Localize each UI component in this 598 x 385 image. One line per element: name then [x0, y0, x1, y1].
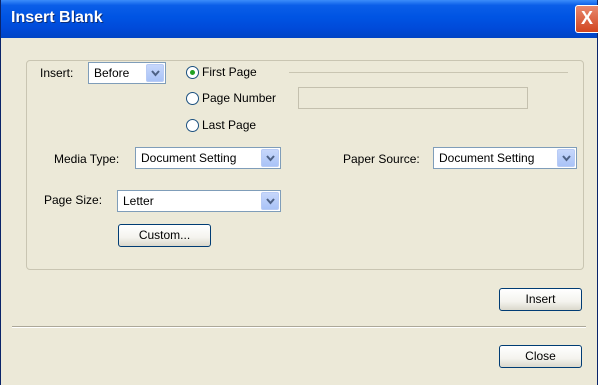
insert-blank-dialog: Insert Blank X Insert: Before First Page…: [0, 0, 598, 385]
first-page-label: First Page: [202, 65, 257, 79]
close-button[interactable]: Close: [499, 345, 582, 368]
separator: [12, 326, 586, 328]
group-top-border: [289, 72, 568, 73]
page-size-select[interactable]: Letter: [117, 190, 281, 212]
custom-button[interactable]: Custom...: [118, 224, 211, 247]
insert-options-group: Insert: Before First Page Page Number La…: [26, 60, 584, 270]
page-number-radio[interactable]: [186, 92, 199, 105]
insert-position-select[interactable]: Before: [88, 62, 166, 84]
chevron-down-icon[interactable]: [557, 149, 575, 167]
insert-label: Insert:: [40, 66, 74, 80]
page-size-value: Letter: [123, 194, 154, 208]
insert-position-value: Before: [94, 66, 130, 80]
dialog-body: Insert: Before First Page Page Number La…: [2, 38, 596, 385]
chevron-down-icon[interactable]: [261, 149, 279, 167]
media-type-label: Media Type:: [54, 152, 120, 166]
first-page-radio[interactable]: [186, 66, 199, 79]
insert-button[interactable]: Insert: [499, 288, 582, 311]
radio-selected-dot: [190, 70, 195, 75]
media-type-value: Document Setting: [141, 151, 237, 165]
dialog-title: Insert Blank: [11, 9, 103, 26]
chevron-down-icon[interactable]: [261, 192, 279, 210]
page-number-input[interactable]: [298, 87, 528, 109]
media-type-select[interactable]: Document Setting: [135, 147, 281, 169]
paper-source-label: Paper Source:: [343, 152, 420, 166]
last-page-radio[interactable]: [186, 119, 199, 132]
paper-source-select[interactable]: Document Setting: [433, 147, 577, 169]
paper-source-value: Document Setting: [439, 151, 535, 165]
last-page-label: Last Page: [202, 118, 257, 132]
page-size-label: Page Size:: [44, 193, 103, 207]
chevron-down-icon[interactable]: [146, 64, 164, 82]
close-icon[interactable]: X: [575, 5, 598, 33]
title-bar[interactable]: Insert Blank X: [1, 0, 598, 38]
page-number-label: Page Number: [202, 91, 277, 105]
